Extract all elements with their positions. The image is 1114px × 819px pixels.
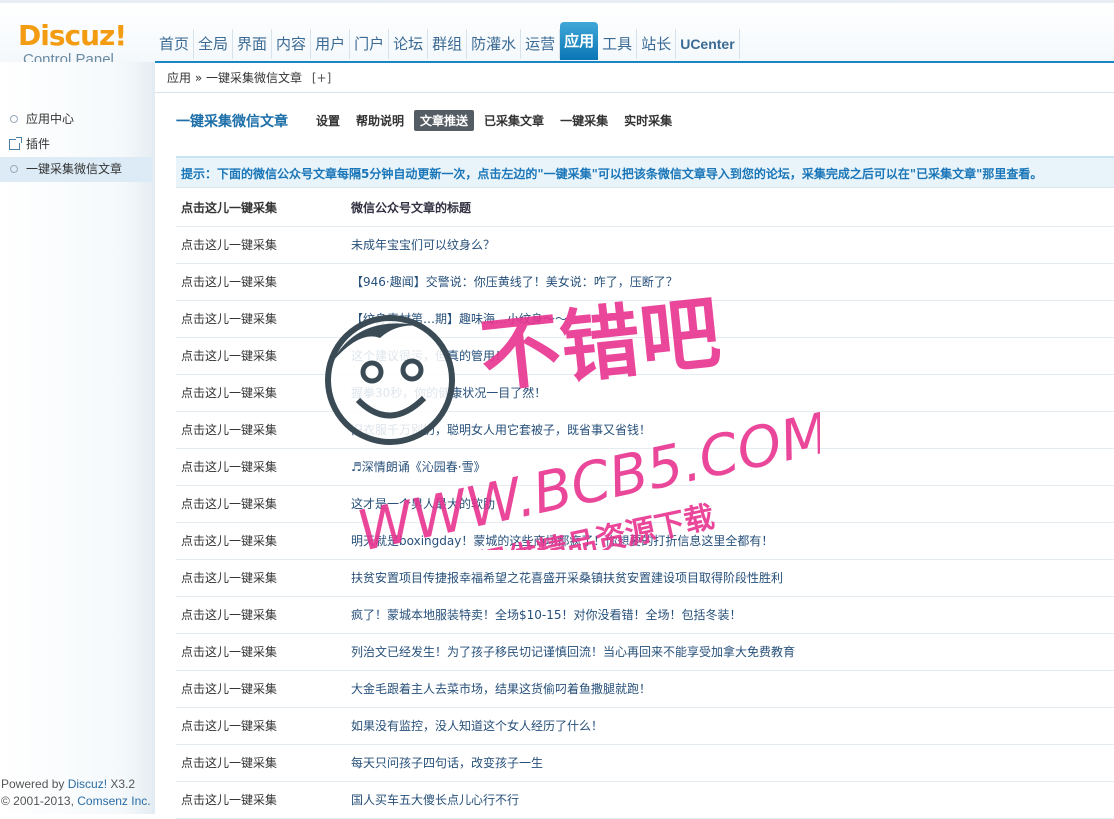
nav-tools[interactable]: 工具 — [598, 29, 638, 59]
footer-powered: Powered by — [1, 777, 65, 791]
table-row: 点击这儿一键采集 每天只问孩子四句话，改变孩子一生 — [176, 745, 1114, 782]
nav-portal[interactable]: 门户 — [350, 29, 390, 59]
table-row: 点击这儿一键采集 握拳30秒，你的健康状况一目了然！ — [176, 375, 1114, 412]
nav-ucenter[interactable]: UCenter — [676, 29, 740, 59]
article-table: 点击这儿一键采集 微信公众号文章的标题 点击这儿一键采集 未成年宝宝们可以纹身么？… — [176, 190, 1114, 819]
nav-antispam[interactable]: 防灌水 — [467, 29, 522, 59]
nav-apps[interactable]: 应用 — [560, 22, 599, 60]
nav-global[interactable]: 全局 — [194, 29, 234, 59]
table-row: 点击这儿一键采集 【纹身素材第…期】趣味海…小纹身～～ — [176, 301, 1114, 338]
table-row: 点击这儿一键采集 未成年宝宝们可以纹身么？ — [176, 227, 1114, 264]
top-navigation: 首页 全局 界面 内容 用户 门户 论坛 群组 防灌水 运营 应用 工具 站长 … — [155, 22, 740, 61]
external-link-icon — [9, 137, 22, 150]
article-title[interactable]: 旧衣服千万别扔，聪明女人用它套被子，既省事又省钱！ — [346, 412, 1114, 448]
collect-link[interactable]: 点击这儿一键采集 — [176, 412, 346, 448]
table-row: 点击这儿一键采集 扶贫安置项目传捷报幸福希望之花喜盛开采桑镇扶贫安置建设项目取得阶… — [176, 560, 1114, 597]
table-row: 点击这儿一键采集 ♬深情朗诵《沁园春·雪》 — [176, 449, 1114, 486]
table-header-row: 点击这儿一键采集 微信公众号文章的标题 — [176, 190, 1114, 227]
sidebar-item-label: 应用中心 — [26, 112, 75, 126]
collect-link[interactable]: 点击这儿一键采集 — [176, 671, 346, 707]
collect-link[interactable]: 点击这儿一键采集 — [176, 708, 346, 744]
table-row: 点击这儿一键采集 明天就是boxingday！蒙城的这些商场都疯了！你想要的打折信… — [176, 523, 1114, 560]
table-row: 点击这儿一键采集 这才是一个男人最大的软肋 — [176, 486, 1114, 523]
breadcrumb-app[interactable]: 应用 — [167, 71, 191, 85]
article-title[interactable]: 扶贫安置项目传捷报幸福希望之花喜盛开采桑镇扶贫安置建设项目取得阶段性胜利 — [346, 560, 1114, 596]
article-title[interactable]: 这才是一个男人最大的软肋 — [346, 486, 1114, 522]
collect-link[interactable]: 点击这儿一键采集 — [176, 227, 346, 263]
footer-version: X3.2 — [110, 777, 136, 791]
table-row: 点击这儿一键采集 疯了！蒙城本地服装特卖！全场$10-15！对你没看错！全场！包括… — [176, 597, 1114, 634]
tab-help[interactable]: 帮助说明 — [350, 110, 410, 131]
collect-link[interactable]: 点击这儿一键采集 — [176, 264, 346, 300]
nav-forum[interactable]: 论坛 — [389, 29, 429, 59]
logo-main-text: Discuz! — [18, 19, 127, 52]
nav-content[interactable]: 内容 — [272, 29, 312, 59]
tip-banner: 提示：下面的微信公众号文章每隔5分钟自动更新一次，点击左边的"一键采集"可以把该… — [176, 156, 1114, 188]
nav-admin[interactable]: 站长 — [637, 29, 677, 59]
nav-operation[interactable]: 运营 — [521, 29, 561, 59]
table-row: 点击这儿一键采集 列治文已经发生！为了孩子移民切记谨慎回流！当心再回来不能享受加拿… — [176, 634, 1114, 671]
sidebar-item-label: 一键采集微信文章 — [26, 162, 123, 176]
nav-home[interactable]: 首页 — [155, 29, 195, 59]
header: Discuz! Control Panel 首页 全局 界面 内容 用户 门户 … — [0, 0, 1114, 68]
tab-settings[interactable]: 设置 — [310, 110, 346, 131]
article-title[interactable]: 疯了！蒙城本地服装特卖！全场$10-15！对你没看错！全场！包括冬装！ — [346, 597, 1114, 633]
article-title[interactable]: 这个建议很污，但真的管用！ — [346, 338, 1114, 374]
sidebar-item-plugins[interactable]: 插件 — [0, 132, 152, 157]
add-shortcut-button[interactable]: [+] — [312, 71, 331, 85]
article-title[interactable]: 【946·趣闻】交警说：你压黄线了！美女说：咋了，压断了？ — [346, 264, 1114, 300]
nav-user[interactable]: 用户 — [311, 29, 351, 59]
article-title[interactable]: 如果没有监控，没人知道这个女人经历了什么！ — [346, 708, 1114, 744]
sidebar-item-app-center[interactable]: 应用中心 — [0, 107, 152, 132]
nav-group[interactable]: 群组 — [428, 29, 468, 59]
article-title[interactable]: 列治文已经发生！为了孩子移民切记谨慎回流！当心再回来不能享受加拿大免费教育 — [346, 634, 1114, 670]
sidebar: 应用中心 插件 一键采集微信文章 Powered by Discuz! X3.2… — [0, 62, 155, 814]
collect-link[interactable]: 点击这儿一键采集 — [176, 301, 346, 337]
breadcrumb-current: 一键采集微信文章 — [206, 71, 303, 85]
table-row: 点击这儿一键采集 大金毛跟着主人去菜市场，结果这货偷叼着鱼撒腿就跑！ — [176, 671, 1114, 708]
article-title[interactable]: 明天就是boxingday！蒙城的这些商场都疯了！你想要的打折信息这里全都有！ — [346, 523, 1114, 559]
footer-copyright: © 2001-2013, — [1, 794, 74, 808]
footer-company[interactable]: Comsenz Inc. — [77, 794, 150, 808]
tab-article-push[interactable]: 文章推送 — [414, 110, 475, 131]
table-row: 点击这儿一键采集 国人买车五大傻长点儿心行不行 — [176, 782, 1114, 819]
breadcrumb-separator: » — [194, 71, 203, 85]
footer-product[interactable]: Discuz! — [68, 777, 107, 791]
sidebar-item-label: 插件 — [26, 137, 51, 151]
article-title[interactable]: 大金毛跟着主人去菜市场，结果这货偷叼着鱼撒腿就跑！ — [346, 671, 1114, 707]
tab-realtime-collect[interactable]: 实时采集 — [618, 110, 678, 131]
footer: Powered by Discuz! X3.2 © 2001-2013, Com… — [0, 776, 151, 810]
collect-link[interactable]: 点击这儿一键采集 — [176, 486, 346, 522]
article-title[interactable]: 未成年宝宝们可以纹身么？ — [346, 227, 1114, 263]
article-title[interactable]: ♬深情朗诵《沁园春·雪》 — [346, 449, 1114, 485]
table-row: 点击这儿一键采集 这个建议很污，但真的管用！ — [176, 338, 1114, 375]
table-row: 点击这儿一键采集 【946·趣闻】交警说：你压黄线了！美女说：咋了，压断了？ — [176, 264, 1114, 301]
article-title[interactable]: 握拳30秒，你的健康状况一目了然！ — [346, 375, 1114, 411]
circle-bullet-icon — [10, 115, 18, 123]
breadcrumb: 应用 » 一键采集微信文章 [+] — [155, 63, 1114, 93]
article-title[interactable]: 国人买车五大傻长点儿心行不行 — [346, 782, 1114, 818]
tab-collected-articles[interactable]: 已采集文章 — [478, 110, 550, 131]
table-row: 点击这儿一键采集 如果没有监控，没人知道这个女人经历了什么！ — [176, 708, 1114, 745]
article-title[interactable]: 【纹身素材第…期】趣味海…小纹身～～ — [346, 301, 1114, 337]
collect-link[interactable]: 点击这儿一键采集 — [176, 449, 346, 485]
page-header: 一键采集微信文章 设置 帮助说明 文章推送 已采集文章 一键采集 实时采集 — [176, 110, 682, 131]
collect-link[interactable]: 点击这儿一键采集 — [176, 782, 346, 818]
page-title: 一键采集微信文章 — [176, 113, 288, 130]
collect-link[interactable]: 点击这儿一键采集 — [176, 634, 346, 670]
collect-link[interactable]: 点击这儿一键采集 — [176, 338, 346, 374]
collect-link[interactable]: 点击这儿一键采集 — [176, 560, 346, 596]
sidebar-item-wechat-collector[interactable]: 一键采集微信文章 — [0, 157, 152, 182]
article-title[interactable]: 每天只问孩子四句话，改变孩子一生 — [346, 745, 1114, 781]
circle-bullet-icon — [10, 165, 18, 173]
tab-one-click-collect[interactable]: 一键采集 — [554, 110, 614, 131]
collect-link[interactable]: 点击这儿一键采集 — [176, 597, 346, 633]
table-row: 点击这儿一键采集 旧衣服千万别扔，聪明女人用它套被子，既省事又省钱！ — [176, 412, 1114, 449]
nav-style[interactable]: 界面 — [233, 29, 273, 59]
collect-link[interactable]: 点击这儿一键采集 — [176, 745, 346, 781]
collect-link[interactable]: 点击这儿一键采集 — [176, 523, 346, 559]
column-header-action: 点击这儿一键采集 — [181, 201, 278, 215]
collect-link[interactable]: 点击这儿一键采集 — [176, 375, 346, 411]
column-header-title: 微信公众号文章的标题 — [351, 201, 472, 215]
